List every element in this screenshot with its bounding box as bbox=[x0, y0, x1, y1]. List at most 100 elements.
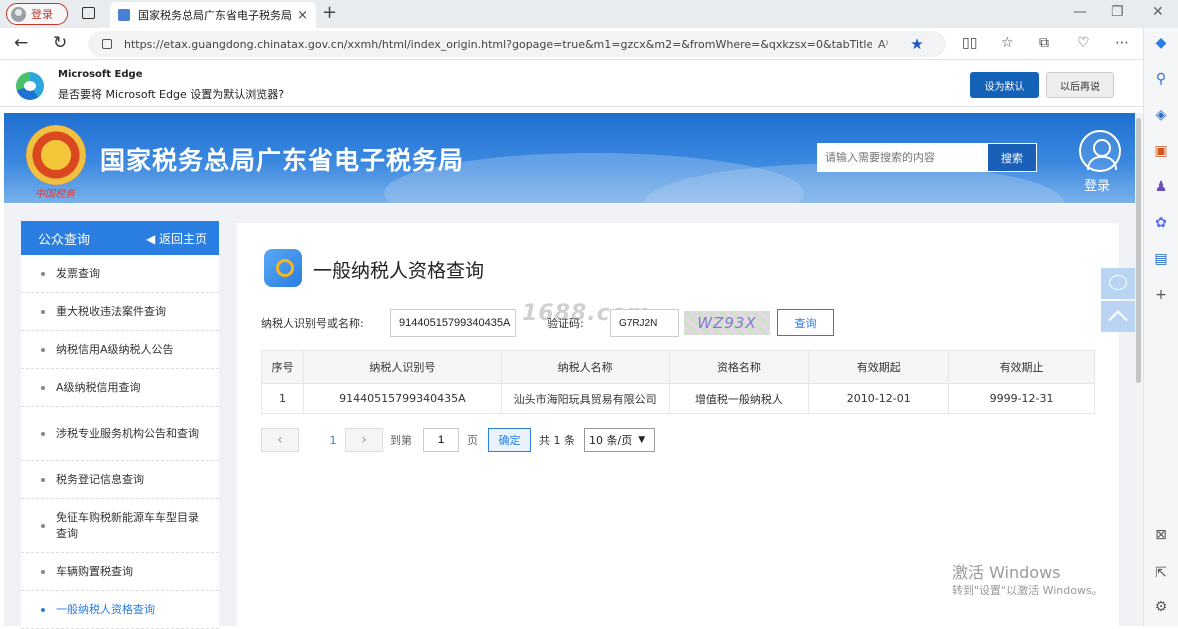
add-sidebar-icon[interactable]: + bbox=[1152, 286, 1170, 304]
scrollbar-thumb[interactable] bbox=[1136, 118, 1141, 383]
site-search-input[interactable] bbox=[817, 143, 987, 172]
activate-windows-desc: 转到"设置"以激活 Windows。 bbox=[952, 584, 1103, 597]
col-header-valid-to: 有效期止 bbox=[948, 350, 1095, 384]
tab-close-icon[interactable]: × bbox=[297, 8, 308, 23]
later-button[interactable]: 以后再说 bbox=[1046, 72, 1114, 98]
browser-essentials-icon[interactable]: ♡ bbox=[1077, 35, 1090, 51]
menu-item-tax-service-agency[interactable]: 涉税专业服务机构公告和查询 bbox=[21, 407, 219, 461]
user-login-icon[interactable] bbox=[1079, 130, 1121, 172]
page-title: 一般纳税人资格查询 bbox=[313, 260, 485, 282]
address-bar[interactable]: https://etax.guangdong.chinatax.gov.cn/x… bbox=[88, 31, 946, 57]
favorites-icon[interactable]: ☆ bbox=[1001, 35, 1014, 51]
menu-item-a-credit-notice[interactable]: 纳税信用A级纳税人公告 bbox=[21, 331, 219, 369]
set-default-button[interactable]: 设为默认 bbox=[970, 72, 1039, 98]
search-icon[interactable]: ⚲ bbox=[1152, 70, 1170, 88]
captcha-label: 验证码: bbox=[547, 317, 584, 330]
menu-item-a-credit-query[interactable]: A级纳税信用查询 bbox=[21, 369, 219, 407]
games-icon[interactable]: ♟ bbox=[1152, 178, 1170, 196]
more-options-icon[interactable]: ⋯ bbox=[1115, 35, 1129, 51]
restore-icon[interactable]: ❐ bbox=[1111, 4, 1124, 20]
open-external-icon[interactable]: ⇱ bbox=[1152, 564, 1170, 582]
back-to-top-icon[interactable] bbox=[1101, 301, 1135, 332]
favorite-star-icon[interactable]: ★ bbox=[910, 35, 923, 53]
lock-icon bbox=[102, 39, 112, 49]
pager-size-select[interactable]: 10 条/页 ▼ bbox=[584, 428, 655, 452]
back-icon[interactable]: ← bbox=[14, 33, 28, 53]
pager-next-button[interactable]: › bbox=[345, 428, 383, 452]
col-header-index: 序号 bbox=[261, 350, 304, 384]
menu-item-general-taxpayer[interactable]: 一般纳税人资格查询 bbox=[21, 591, 219, 629]
table-row: 1 91440515799340435A 汕头市海阳玩具贸易有限公司 增值税一般… bbox=[261, 383, 1095, 414]
pager-confirm-button[interactable]: 确定 bbox=[488, 428, 531, 452]
taxpayer-id-input[interactable] bbox=[390, 309, 516, 337]
screenshot-icon[interactable]: ⊠ bbox=[1152, 526, 1170, 544]
pager-goto-input[interactable] bbox=[423, 428, 459, 452]
pager-goto-label: 到第 bbox=[390, 434, 412, 447]
pager-page-unit: 页 bbox=[467, 434, 478, 447]
cell-valid-from: 2010-12-01 bbox=[808, 383, 950, 414]
table-header-row: 序号 纳税人识别号 纳税人名称 资格名称 有效期起 有效期止 bbox=[261, 350, 1095, 384]
menu-title: 公众查询 bbox=[38, 232, 91, 248]
tools-icon[interactable]: ▣ bbox=[1152, 142, 1170, 160]
menu-item-invoice[interactable]: 发票查询 bbox=[21, 255, 219, 293]
browser-tab-active[interactable]: 国家税务总局广东省电子税务局 × bbox=[110, 2, 316, 28]
minimize-icon[interactable]: — bbox=[1073, 4, 1087, 20]
refresh-icon[interactable]: ↻ bbox=[53, 33, 67, 53]
site-favicon-icon bbox=[118, 9, 130, 21]
menu-item-violation-cases[interactable]: 重大税收违法案件查询 bbox=[21, 293, 219, 331]
col-header-qualification: 资格名称 bbox=[668, 350, 810, 384]
tab-actions-icon[interactable] bbox=[82, 7, 95, 19]
new-tab-icon[interactable]: + bbox=[322, 2, 337, 23]
cell-taxpayer-id: 91440515799340435A bbox=[302, 383, 502, 414]
login-label[interactable]: 登录 bbox=[1084, 175, 1110, 194]
captcha-input[interactable] bbox=[610, 309, 679, 337]
window-close-icon[interactable]: ✕ bbox=[1152, 4, 1164, 20]
pager-page-1[interactable]: 1 bbox=[321, 428, 345, 452]
query-magnifier-icon bbox=[264, 249, 302, 287]
url-text: https://etax.guangdong.chinatax.gov.cn/x… bbox=[124, 37, 872, 51]
query-button[interactable]: 查询 bbox=[777, 309, 834, 336]
menu-item-registration-info[interactable]: 税务登记信息查询 bbox=[21, 461, 219, 499]
collections-icon[interactable]: ⧉ bbox=[1039, 35, 1049, 51]
site-title: 国家税务总局广东省电子税务局 bbox=[100, 146, 465, 175]
chevron-down-icon: ▼ bbox=[638, 435, 646, 445]
taxpayer-id-label: 纳税人识别号或名称: bbox=[261, 317, 364, 330]
col-header-valid-from: 有效期起 bbox=[808, 350, 950, 384]
edge-default-prompt: Microsoft Edge 是否要将 Microsoft Edge 设置为默认… bbox=[0, 61, 1143, 107]
national-emblem-icon bbox=[26, 125, 86, 185]
edge-sidebar: ◆ ⚲ ◈ ▣ ♟ ✿ ▤ + ⊠ ⇱ ⚙ bbox=[1143, 28, 1178, 626]
split-screen-icon[interactable]: ▯▯ bbox=[962, 35, 977, 51]
cell-taxpayer-name: 汕头市海阳玩具贸易有限公司 bbox=[500, 383, 670, 414]
seal-text: 中国税务 bbox=[35, 189, 75, 200]
microsoft365-icon[interactable]: ✿ bbox=[1152, 214, 1170, 232]
activate-windows-title: 激活 Windows bbox=[952, 563, 1061, 582]
profile-button[interactable]: 登录 bbox=[6, 3, 68, 25]
floating-tools bbox=[1101, 268, 1135, 332]
tab-title: 国家税务总局广东省电子税务局 bbox=[138, 9, 292, 22]
menu-item-vehicle-tax[interactable]: 车辆购置税查询 bbox=[21, 553, 219, 591]
wechat-icon[interactable] bbox=[1101, 268, 1135, 299]
site-search-button[interactable]: 搜索 bbox=[987, 143, 1037, 172]
col-header-taxpayer-id: 纳税人识别号 bbox=[302, 350, 502, 384]
pager-total: 共 1 条 bbox=[539, 434, 575, 447]
menu-item-ev-catalog[interactable]: 免征车购税新能源车车型目录查询 bbox=[21, 499, 219, 553]
edge-logo-icon bbox=[16, 72, 44, 100]
prompt-heading: Microsoft Edge bbox=[58, 69, 143, 80]
copilot-icon[interactable]: ◆ bbox=[1152, 34, 1170, 52]
read-aloud-icon[interactable]: A⁾ bbox=[878, 38, 888, 51]
cell-qualification: 增值税一般纳税人 bbox=[668, 383, 810, 414]
prompt-message: 是否要将 Microsoft Edge 设置为默认浏览器? bbox=[58, 88, 285, 101]
pager-size-value: 10 条/页 bbox=[589, 434, 633, 447]
col-header-taxpayer-name: 纳税人名称 bbox=[500, 350, 670, 384]
public-query-menu: 公众查询 ◀ 返回主页 发票查询 重大税收违法案件查询 纳税信用A级纳税人公告 … bbox=[21, 221, 219, 629]
profile-label: 登录 bbox=[31, 8, 53, 21]
outlook-icon[interactable]: ▤ bbox=[1152, 250, 1170, 268]
address-toolbar: ← ↻ https://etax.guangdong.chinatax.gov.… bbox=[0, 28, 1178, 60]
settings-gear-icon[interactable]: ⚙ bbox=[1152, 598, 1170, 616]
shopping-tag-icon[interactable]: ◈ bbox=[1152, 106, 1170, 124]
captcha-image[interactable]: WZ93X bbox=[684, 311, 770, 335]
browser-tab-bar: 登录 国家税务总局广东省电子税务局 × + — ❐ ✕ bbox=[0, 0, 1178, 28]
back-home-link[interactable]: ◀ 返回主页 bbox=[146, 230, 207, 247]
result-table: 序号 纳税人识别号 纳税人名称 资格名称 有效期起 有效期止 1 9144051… bbox=[261, 350, 1095, 414]
pager-prev-button[interactable]: ‹ bbox=[261, 428, 299, 452]
